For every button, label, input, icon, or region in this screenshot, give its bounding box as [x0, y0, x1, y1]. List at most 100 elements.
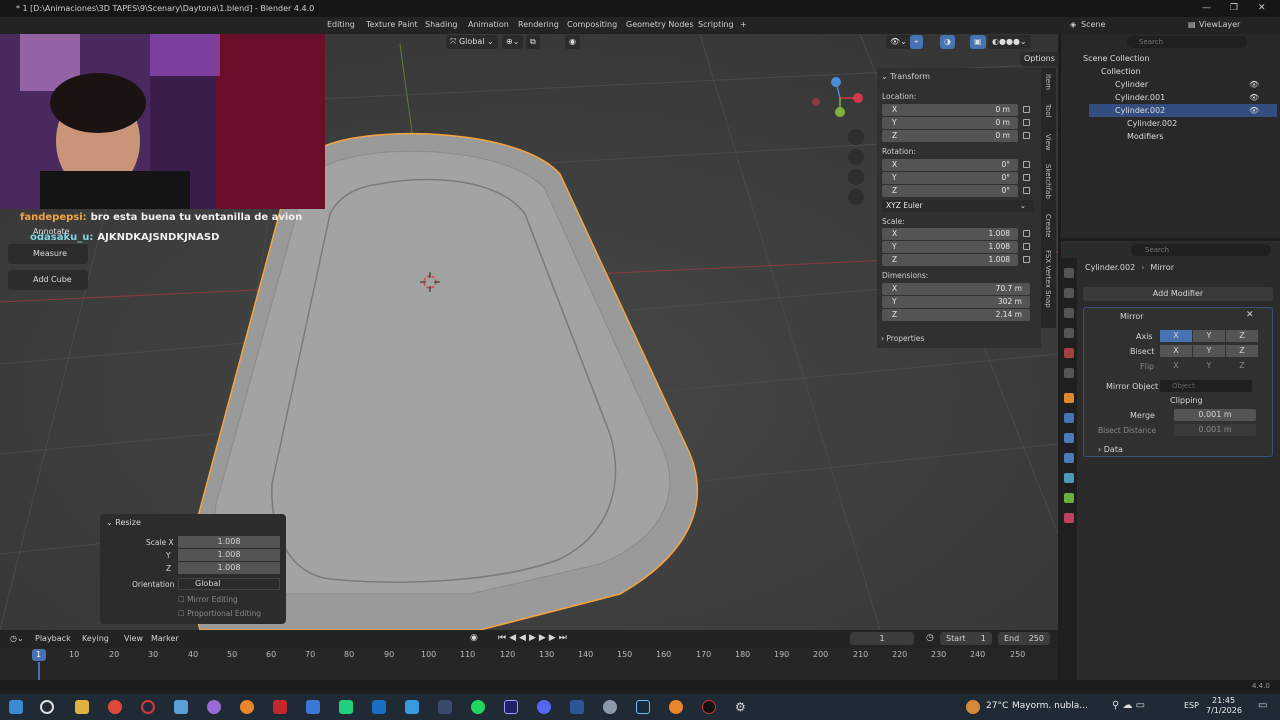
- resize-scale-x-field[interactable]: 1.008: [178, 536, 280, 548]
- location-z-field[interactable]: Z 0 m: [882, 130, 1018, 142]
- lock-icon[interactable]: [1023, 256, 1030, 263]
- lock-icon[interactable]: [1023, 132, 1030, 139]
- tab-editing[interactable]: Editing: [327, 20, 355, 29]
- flip-z-toggle[interactable]: Z: [1226, 360, 1258, 372]
- flip-x-toggle[interactable]: X: [1160, 360, 1192, 372]
- tab-sketchfab[interactable]: Sketchfab: [1044, 164, 1052, 199]
- location-y-field[interactable]: Y 0 m: [882, 117, 1018, 129]
- bisect-z-toggle[interactable]: Z: [1226, 345, 1258, 357]
- view-layer-tab-icon[interactable]: [1064, 328, 1074, 338]
- visibility-eye-icon[interactable]: 👁: [1249, 80, 1259, 89]
- lock-icon[interactable]: [1023, 187, 1030, 194]
- end-frame-field[interactable]: End 250: [998, 632, 1050, 645]
- tool-measure[interactable]: Measure: [8, 244, 88, 264]
- tool-annotate[interactable]: Annotate: [8, 222, 88, 242]
- after-effects-icon[interactable]: [504, 700, 518, 714]
- orientation-dropdown[interactable]: ⤧ Global ⌄: [446, 35, 498, 49]
- particles-tab-icon[interactable]: [1064, 433, 1074, 443]
- properties-search-input[interactable]: Search: [1131, 244, 1271, 256]
- material-tab-icon[interactable]: [1064, 513, 1074, 523]
- maximize-icon[interactable]: ❐: [1230, 3, 1238, 13]
- mirror-editing-checkbox[interactable]: ☐ Mirror Editing: [178, 595, 238, 604]
- windows-start-icon[interactable]: [9, 700, 23, 714]
- steam-icon[interactable]: [636, 700, 650, 714]
- mirror-object-field[interactable]: Object: [1160, 380, 1252, 392]
- spotify-icon[interactable]: [471, 700, 485, 714]
- lock-icon[interactable]: [1023, 119, 1030, 126]
- scene-name[interactable]: Scene: [1081, 20, 1105, 29]
- notification-icon[interactable]: ▭: [1258, 700, 1267, 711]
- tab-animation[interactable]: Animation: [468, 20, 509, 29]
- overlays-icon[interactable]: ◑: [940, 35, 955, 49]
- tab-view[interactable]: View: [1044, 134, 1052, 151]
- outliner-item-cylinder-001[interactable]: Cylinder.001: [1115, 91, 1165, 104]
- outliner-modifiers[interactable]: Modifiers: [1127, 130, 1164, 143]
- merge-field[interactable]: 0.001 m: [1174, 409, 1256, 421]
- tab-geometry-nodes[interactable]: Geometry Nodes: [626, 20, 693, 29]
- render-tab-icon[interactable]: [1064, 288, 1074, 298]
- tab-compositing[interactable]: Compositing: [567, 20, 617, 29]
- location-x-field[interactable]: X 0 m: [882, 104, 1018, 116]
- blender-icon[interactable]: [240, 700, 254, 714]
- menu-view[interactable]: View: [124, 634, 143, 643]
- gizmo-icon[interactable]: ⌖: [910, 35, 923, 49]
- data-subpanel[interactable]: › Data: [1098, 445, 1123, 454]
- outliner-mesh-data[interactable]: Cylinder.002: [1127, 117, 1177, 130]
- tab-create[interactable]: Create: [1044, 214, 1052, 237]
- current-frame-field[interactable]: 1: [850, 632, 914, 645]
- tab-texture-paint[interactable]: Texture Paint: [366, 20, 418, 29]
- tool-tab-icon[interactable]: [1064, 268, 1074, 278]
- app-icon[interactable]: [405, 700, 419, 714]
- tab-shading[interactable]: Shading: [425, 20, 458, 29]
- tab-fsx-vertex-snap[interactable]: FSX Vertex Snap: [1044, 250, 1052, 308]
- resize-scale-z-field[interactable]: 1.008: [178, 562, 280, 574]
- constraints-tab-icon[interactable]: [1064, 473, 1074, 483]
- scale-x-field[interactable]: X 1.008: [882, 228, 1018, 240]
- lock-icon[interactable]: [1023, 106, 1030, 113]
- resize-scale-y-field[interactable]: 1.008: [178, 549, 280, 561]
- axis-y-toggle[interactable]: Y: [1193, 330, 1225, 342]
- video-app-icon[interactable]: [273, 700, 287, 714]
- pivot-icon[interactable]: ⊕⌄: [502, 35, 524, 49]
- axis-z-toggle[interactable]: Z: [1226, 330, 1258, 342]
- close-icon[interactable]: ✕: [1246, 310, 1254, 320]
- editor-type-icon[interactable]: ◷⌄: [10, 634, 24, 643]
- blender-icon[interactable]: [669, 700, 683, 714]
- tab-rendering[interactable]: Rendering: [518, 20, 559, 29]
- clipping-checkbox[interactable]: Clipping: [1170, 396, 1203, 405]
- shading-modes-icon[interactable]: ◐●●●⌄: [988, 35, 1031, 49]
- data-tab-icon[interactable]: [1064, 493, 1074, 503]
- output-tab-icon[interactable]: [1064, 308, 1074, 318]
- add-modifier-button[interactable]: Add Modifier: [1083, 287, 1273, 301]
- options-button[interactable]: Options: [1020, 52, 1059, 66]
- dimensions-y-field[interactable]: Y 302 m: [882, 296, 1030, 308]
- outliner-search-input[interactable]: Search: [1127, 36, 1247, 48]
- pycharm-icon[interactable]: [339, 700, 353, 714]
- proportional-editing-checkbox[interactable]: ☐ Proportional Editing: [178, 609, 261, 618]
- playback-controls[interactable]: ⏮◀◀▶▶▶⏭: [498, 633, 570, 643]
- close-icon[interactable]: ✕: [1258, 3, 1266, 13]
- lock-icon[interactable]: [1023, 243, 1030, 250]
- obs-icon[interactable]: [702, 700, 716, 714]
- bisect-x-toggle[interactable]: X: [1160, 345, 1192, 357]
- language-indicator[interactable]: ESP: [1184, 701, 1199, 710]
- edge-icon[interactable]: [174, 700, 188, 714]
- word-icon[interactable]: [570, 700, 584, 714]
- dimensions-z-field[interactable]: Z 2.14 m: [882, 309, 1030, 321]
- search-icon[interactable]: [40, 700, 54, 714]
- rotation-z-field[interactable]: Z 0°: [882, 185, 1018, 197]
- view-object-icon[interactable]: 👁⌄: [886, 35, 911, 49]
- photos-icon[interactable]: [306, 700, 320, 714]
- modifier-name-field[interactable]: Mirror: [1120, 312, 1144, 321]
- app-icon[interactable]: [438, 700, 452, 714]
- scene-collection[interactable]: Scene Collection: [1083, 52, 1150, 65]
- add-workspace-icon[interactable]: +: [740, 20, 747, 29]
- properties-subpanel[interactable]: › Properties: [881, 334, 924, 343]
- tool-add-cube[interactable]: Add Cube: [8, 270, 88, 290]
- rotation-y-field[interactable]: Y 0°: [882, 172, 1018, 184]
- object-tab-icon[interactable]: [1064, 393, 1074, 403]
- lock-icon[interactable]: [1023, 174, 1030, 181]
- scale-z-field[interactable]: Z 1.008: [882, 254, 1018, 266]
- bisect-distance-field[interactable]: 0.001 m: [1174, 424, 1256, 436]
- app-icon[interactable]: [603, 700, 617, 714]
